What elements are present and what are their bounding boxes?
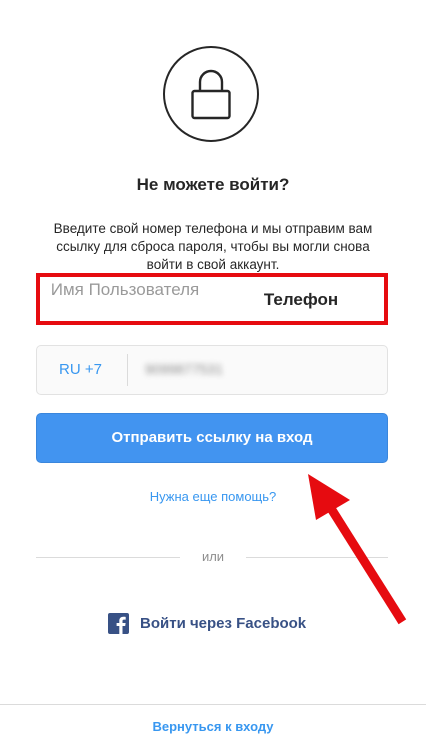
phone-input[interactable]: 9099877531	[145, 361, 223, 377]
back-to-login-link[interactable]: Вернуться к входу	[0, 719, 426, 734]
facebook-login-label: Войти через Facebook	[140, 615, 307, 632]
divider-line-left	[36, 557, 180, 558]
or-separator: или	[201, 549, 225, 564]
arrow-icon	[308, 474, 407, 625]
tabs-highlight-frame	[36, 273, 388, 325]
send-login-link-button[interactable]: Отправить ссылку на вход	[36, 413, 388, 463]
bottom-bar: Вернуться к входу	[0, 704, 426, 750]
description-text: Введите свой номер телефона и мы отправи…	[53, 221, 373, 272]
lock-icon	[191, 69, 231, 120]
lock-icon-circle	[163, 46, 259, 142]
field-divider	[127, 354, 128, 386]
facebook-icon	[108, 613, 129, 634]
phone-field[interactable]: RU +7 9099877531	[36, 345, 388, 395]
page-title: Не можете войти?	[136, 175, 290, 194]
country-code-selector[interactable]: RU +7	[59, 361, 102, 378]
